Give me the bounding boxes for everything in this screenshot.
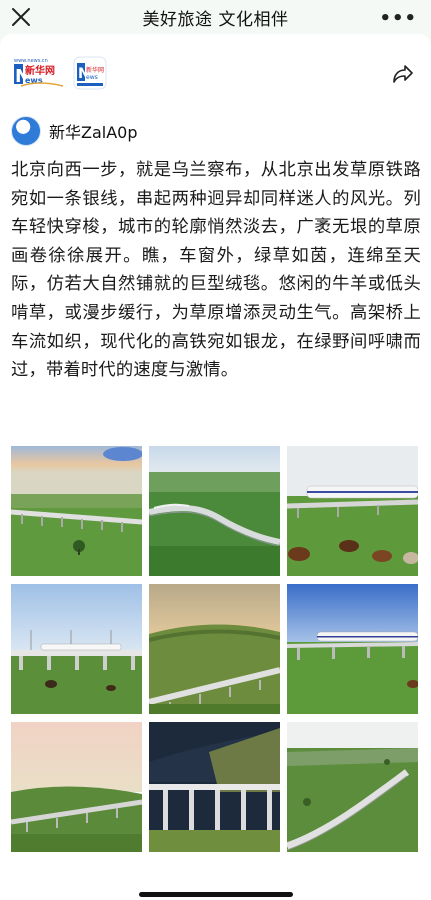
photo-2[interactable] [149,446,280,576]
avatar[interactable] [11,116,41,146]
photo-6[interactable] [287,584,418,714]
article-body: 北京向西一步，就是乌兰察布，从北京出发草原铁路宛如一条银线，串起两种迥异却同样迷… [11,160,421,381]
photo-8[interactable] [149,722,280,852]
svg-text:ews: ews [86,74,98,81]
home-indicator [139,892,293,897]
article-card: www.news.cn N 新华网 ews N 新华网 ews 新华ZalA0p… [0,34,431,900]
svg-text:新华网: 新华网 [86,66,104,74]
photo-grid [11,446,418,852]
photo-5[interactable] [149,584,280,714]
photo-9[interactable] [287,722,418,852]
photo-1[interactable] [11,446,142,576]
author-name[interactable]: 新华ZalA0p [49,119,138,143]
photo-7[interactable] [11,722,142,852]
xinhua-logo: www.news.cn N 新华网 ews [14,58,64,87]
svg-text:www.news.cn: www.news.cn [14,58,48,64]
share-icon[interactable] [391,62,415,86]
top-bar: 美好旅途 文化相伴 ••• [0,0,431,34]
photo-4[interactable] [11,584,142,714]
photo-3[interactable] [287,446,418,576]
xinhuanet-app-logo: N 新华网 ews [73,56,107,90]
page-title: 美好旅途 文化相伴 [142,9,289,30]
logo-row: www.news.cn N 新华网 ews N 新华网 ews [13,56,107,90]
close-icon[interactable] [10,6,32,28]
author-row[interactable]: 新华ZalA0p [11,116,138,146]
more-icon[interactable]: ••• [379,8,417,29]
